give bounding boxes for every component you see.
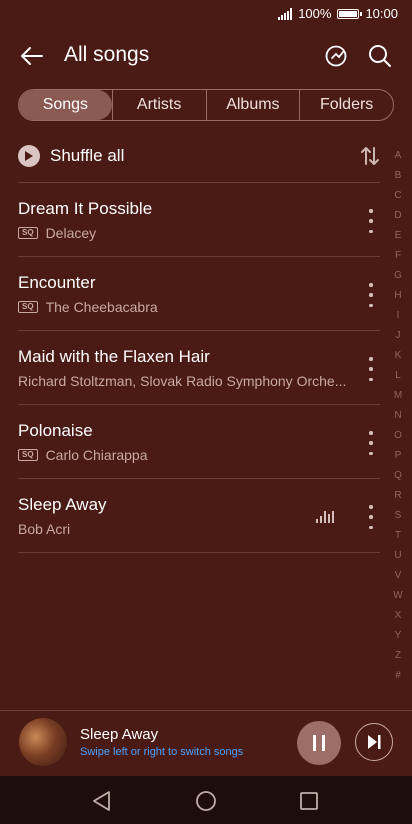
alphabet-index[interactable]: A B C D E F G H I J K L M N O P Q R S T U V W X Y Z # — [388, 146, 408, 686]
song-title: Polonaise — [18, 421, 93, 440]
clock: 10:00 — [365, 6, 398, 21]
sq-badge: SQ — [18, 449, 38, 461]
song-subtitle: SQ The Cheebacabra — [18, 299, 158, 315]
signal-icon — [278, 7, 293, 20]
divider — [18, 552, 380, 553]
alphabet-letter[interactable]: G — [394, 266, 402, 286]
more-options-icon[interactable] — [366, 209, 376, 233]
app-bar: All songs — [0, 30, 412, 80]
mini-player[interactable]: Sleep Away Swipe left or right to switch… — [0, 710, 412, 775]
song-subtitle: SQ Carlo Chiarappa — [18, 447, 148, 463]
alphabet-letter[interactable]: M — [394, 386, 402, 406]
alphabet-letter[interactable]: T — [395, 526, 401, 546]
alphabet-letter[interactable]: K — [395, 346, 402, 366]
alphabet-letter[interactable]: Q — [394, 466, 402, 486]
battery-percent: 100% — [298, 6, 332, 21]
mini-player-hint: Swipe left or right to switch songs — [80, 746, 244, 758]
nav-back-icon[interactable] — [90, 789, 114, 813]
song-row-now-playing[interactable]: Sleep Away Bob Acri — [0, 479, 390, 553]
sort-icon[interactable] — [358, 144, 382, 168]
song-row[interactable]: Polonaise SQ Carlo Chiarappa — [0, 405, 390, 479]
play-icon — [18, 145, 40, 167]
alphabet-letter[interactable]: V — [395, 566, 402, 586]
now-playing-equalizer-icon — [316, 511, 334, 523]
more-options-icon[interactable] — [366, 357, 376, 381]
song-subtitle: Bob Acri — [18, 521, 70, 537]
back-arrow-icon[interactable] — [18, 42, 46, 70]
alphabet-letter[interactable]: U — [394, 546, 401, 566]
page-title: All songs — [64, 43, 150, 66]
tab-albums[interactable]: Albums — [205, 90, 300, 120]
shuffle-label: Shuffle all — [50, 146, 125, 165]
song-list: Dream It Possible SQ Delacey Encounter S… — [0, 183, 390, 553]
alphabet-letter[interactable]: B — [395, 166, 402, 186]
skip-next-icon — [368, 735, 381, 749]
song-row[interactable]: Dream It Possible SQ Delacey — [0, 183, 390, 257]
song-artist: Delacey — [45, 225, 97, 241]
search-icon[interactable] — [366, 42, 394, 70]
tab-bar: Songs Artists Albums Folders — [18, 89, 394, 121]
tab-songs[interactable]: Songs — [19, 90, 112, 120]
alphabet-letter[interactable]: A — [395, 146, 402, 166]
sq-badge: SQ — [18, 227, 38, 239]
alphabet-letter[interactable]: E — [395, 226, 402, 246]
alphabet-letter[interactable]: X — [395, 606, 402, 626]
mini-player-title: Sleep Away — [80, 726, 159, 743]
alphabet-letter[interactable]: O — [394, 426, 402, 446]
alphabet-letter[interactable]: # — [395, 666, 401, 686]
tab-artists[interactable]: Artists — [111, 90, 206, 120]
status-bar: 100% 10:00 — [0, 0, 412, 28]
song-title: Encounter — [18, 273, 96, 292]
status-indicators: 100% 10:00 — [278, 6, 398, 21]
more-options-icon[interactable] — [366, 505, 376, 529]
album-art[interactable] — [19, 718, 67, 766]
alphabet-letter[interactable]: H — [394, 286, 401, 306]
alphabet-letter[interactable]: R — [394, 486, 401, 506]
shuffle-all-button[interactable]: Shuffle all — [18, 138, 382, 174]
next-track-button[interactable] — [355, 723, 393, 761]
system-nav-bar — [0, 776, 412, 824]
tab-folders[interactable]: Folders — [299, 90, 393, 120]
alphabet-letter[interactable]: P — [395, 446, 402, 466]
alphabet-letter[interactable]: I — [397, 306, 400, 326]
refresh-icon[interactable] — [322, 42, 350, 70]
pause-icon — [313, 735, 325, 751]
more-options-icon[interactable] — [366, 431, 376, 455]
song-title: Sleep Away — [18, 495, 107, 514]
song-artist: Carlo Chiarappa — [45, 447, 148, 463]
song-artist: Bob Acri — [18, 521, 71, 537]
alphabet-letter[interactable]: J — [396, 326, 401, 346]
alphabet-letter[interactable]: N — [394, 406, 401, 426]
alphabet-letter[interactable]: C — [394, 186, 401, 206]
alphabet-letter[interactable]: W — [393, 586, 402, 606]
song-artist: Richard Stoltzman, Slovak Radio Symphony… — [18, 373, 347, 389]
battery-icon — [337, 8, 363, 19]
nav-home-icon[interactable] — [194, 789, 218, 813]
alphabet-letter[interactable]: L — [395, 366, 401, 386]
alphabet-letter[interactable]: F — [395, 246, 401, 266]
song-subtitle: SQ Delacey — [18, 225, 96, 241]
song-row[interactable]: Maid with the Flaxen Hair Richard Stoltz… — [0, 331, 390, 405]
sq-badge: SQ — [18, 301, 38, 313]
song-title: Maid with the Flaxen Hair — [18, 347, 210, 366]
alphabet-letter[interactable]: D — [394, 206, 401, 226]
song-row[interactable]: Encounter SQ The Cheebacabra — [0, 257, 390, 331]
song-title: Dream It Possible — [18, 199, 153, 218]
nav-recents-icon[interactable] — [297, 789, 321, 813]
alphabet-letter[interactable]: Y — [395, 626, 402, 646]
song-subtitle: Richard Stoltzman, Slovak Radio Symphony… — [18, 373, 346, 389]
pause-button[interactable] — [297, 721, 341, 765]
song-artist: The Cheebacabra — [45, 299, 158, 315]
alphabet-letter[interactable]: Z — [395, 646, 401, 666]
alphabet-letter[interactable]: S — [395, 506, 402, 526]
more-options-icon[interactable] — [366, 283, 376, 307]
